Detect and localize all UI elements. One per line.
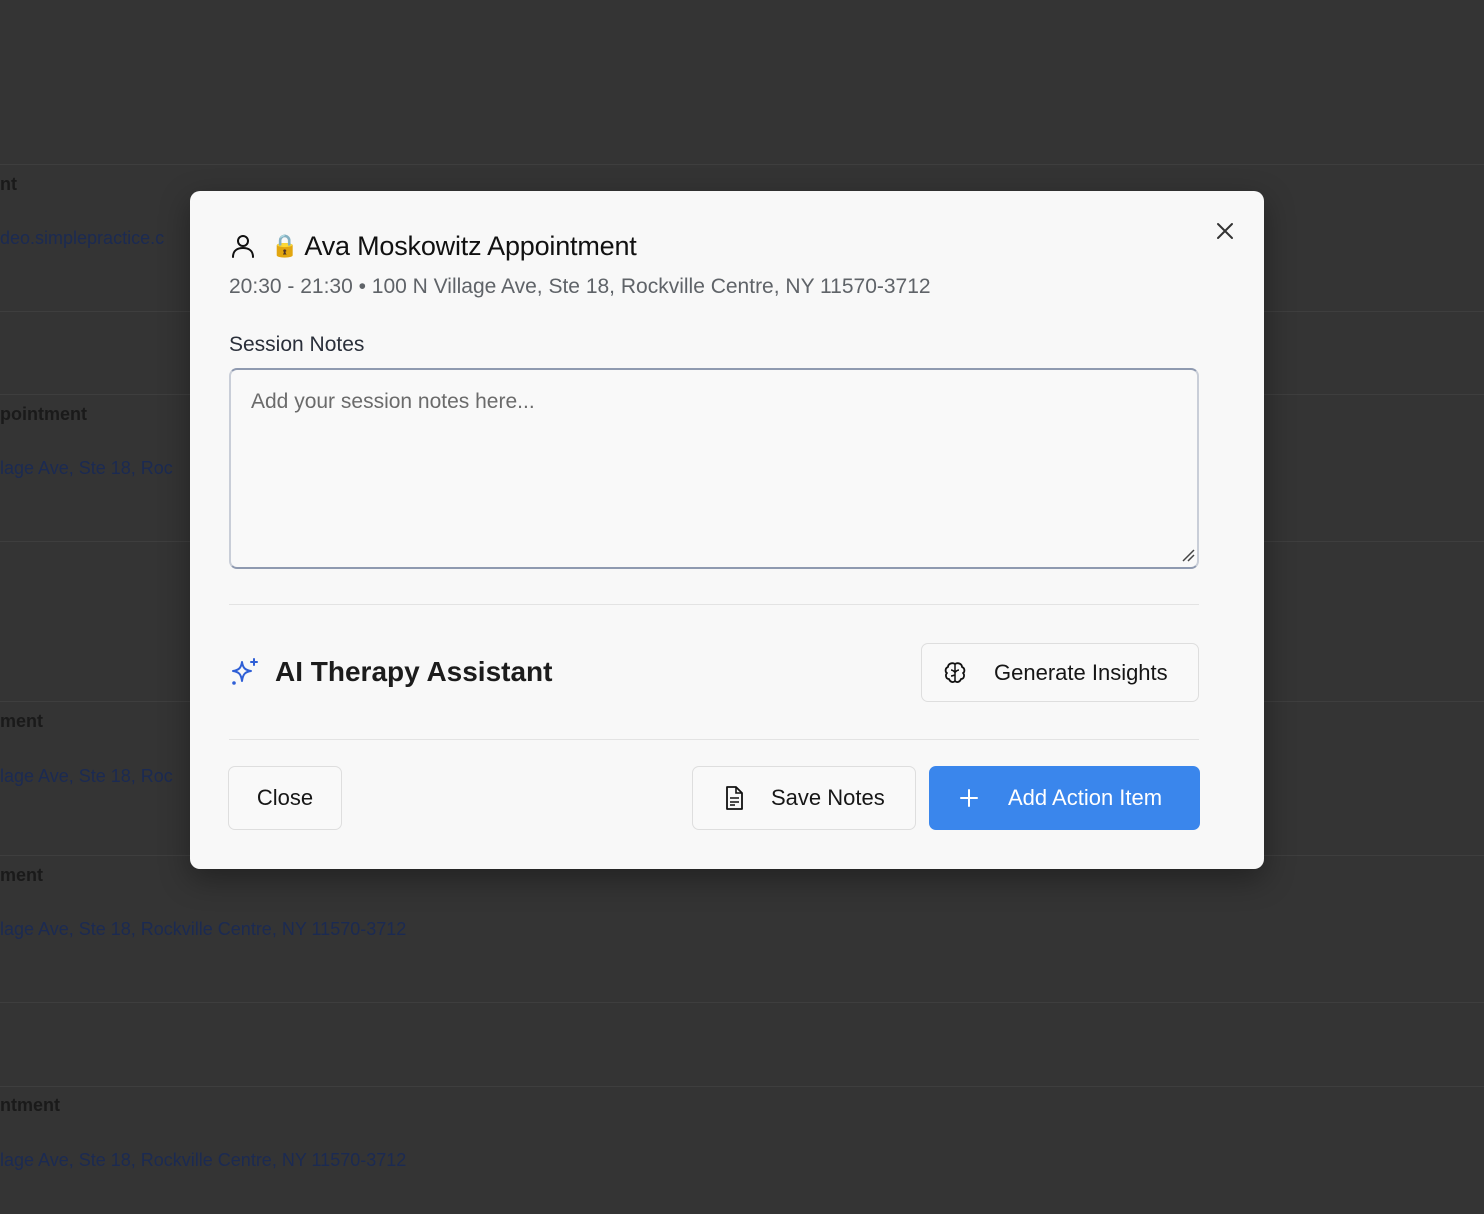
section-divider xyxy=(229,604,1199,605)
ai-assistant-header: AI Therapy Assistant xyxy=(229,656,552,688)
close-icon[interactable] xyxy=(1212,218,1238,244)
appointment-link[interactable]: deo.simplepractice.c xyxy=(0,228,164,249)
close-button[interactable]: Close xyxy=(228,766,342,830)
session-notes-textarea[interactable] xyxy=(229,368,1199,569)
resize-handle-icon[interactable] xyxy=(1181,548,1195,562)
user-icon xyxy=(232,235,254,258)
sparkles-icon xyxy=(232,658,258,685)
row-divider xyxy=(0,1086,1484,1087)
add-action-item-button[interactable]: Add Action Item xyxy=(929,766,1200,830)
appointment-address[interactable]: lage Ave, Ste 18, Rockville Centre, NY 1… xyxy=(0,1150,406,1171)
save-notes-label: Save Notes xyxy=(771,785,885,810)
ai-assistant-title: AI Therapy Assistant xyxy=(275,656,553,687)
generate-insights-button[interactable]: Generate Insights xyxy=(921,643,1199,702)
appointment-details: 20:30 - 21:30 • 100 N Village Ave, Ste 1… xyxy=(229,275,931,298)
modal-title: Ava Moskowitz Appointment xyxy=(304,230,637,261)
brain-icon xyxy=(944,661,966,683)
generate-insights-label: Generate Insights xyxy=(994,659,1168,685)
appointment-title: nt xyxy=(0,174,17,194)
close-button-label: Close xyxy=(256,785,314,810)
appointment-address[interactable]: lage Ave, Ste 18, Rockville Centre, NY 1… xyxy=(0,919,406,940)
plus-icon xyxy=(960,789,978,807)
appointment-title: pointment xyxy=(0,404,87,424)
session-notes-label: Session Notes xyxy=(229,333,365,356)
footer-divider xyxy=(229,739,1199,740)
modal-header: 🔒 Ava Moskowitz Appointment xyxy=(229,229,637,263)
row-divider xyxy=(0,1002,1484,1003)
appointment-address[interactable]: lage Ave, Ste 18, Roc xyxy=(0,766,173,787)
row-divider xyxy=(0,164,1484,165)
file-text-icon xyxy=(726,786,743,810)
appointment-modal: 🔒 Ava Moskowitz Appointment 20:30 - 21:3… xyxy=(190,191,1264,869)
add-action-item-label: Add Action Item xyxy=(1008,785,1163,810)
save-notes-button[interactable]: Save Notes xyxy=(692,766,916,830)
appointment-address[interactable]: lage Ave, Ste 18, Roc xyxy=(0,458,173,479)
lock-icon: 🔒 xyxy=(271,233,299,258)
appointment-title: ntment xyxy=(0,1095,60,1115)
appointment-title: ment xyxy=(0,865,44,885)
appointment-title: ment xyxy=(0,711,44,731)
